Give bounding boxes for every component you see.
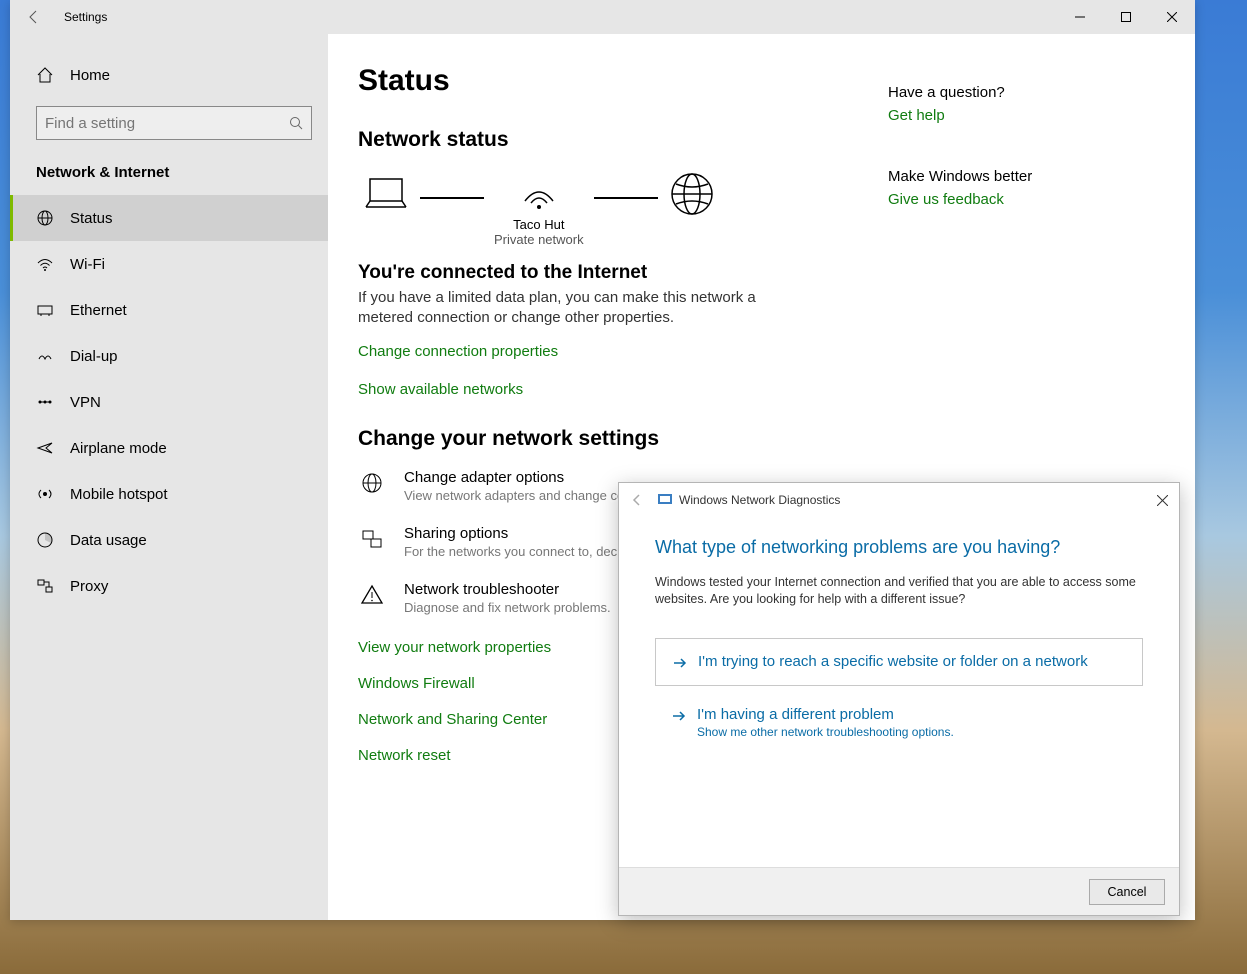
dialog-back-button[interactable] — [625, 488, 649, 512]
link-get-help[interactable]: Get help — [888, 107, 1128, 124]
connection-line-2 — [594, 197, 658, 199]
airplane-icon — [36, 439, 54, 457]
arrow-icon-2 — [671, 708, 687, 724]
section-change-settings: Change your network settings — [358, 427, 888, 451]
dialog-close-button[interactable] — [1151, 489, 1173, 511]
close-button[interactable] — [1149, 0, 1195, 34]
diagnostics-dialog: Windows Network Diagnostics What type of… — [618, 482, 1180, 916]
link-network-reset[interactable]: Network reset — [358, 747, 451, 764]
nav-hotspot-label: Mobile hotspot — [70, 486, 168, 503]
laptop-node — [362, 173, 410, 245]
search-icon — [289, 116, 303, 130]
page-title: Status — [358, 64, 888, 98]
network-type: Private network — [494, 232, 584, 247]
nav-datausage-label: Data usage — [70, 532, 147, 549]
link-view-network-properties[interactable]: View your network properties — [358, 639, 551, 656]
nav-wifi[interactable]: Wi-Fi — [10, 241, 328, 287]
dialog-title: Windows Network Diagnostics — [679, 493, 840, 507]
choice1-text: I'm trying to reach a specific website o… — [698, 653, 1088, 670]
globe-icon — [36, 209, 54, 227]
proxy-icon — [36, 577, 54, 595]
datausage-icon — [36, 531, 54, 549]
nav-vpn-label: VPN — [70, 394, 101, 411]
troubleshoot-icon — [358, 581, 386, 615]
category-header: Network & Internet — [10, 158, 328, 195]
nav-vpn[interactable]: VPN — [10, 379, 328, 425]
choice-specific-website[interactable]: I'm trying to reach a specific website o… — [655, 638, 1143, 686]
dialog-titlebar: Windows Network Diagnostics — [619, 483, 1179, 517]
globe-large-icon — [668, 170, 716, 218]
minimize-button[interactable] — [1057, 0, 1103, 34]
choice-different-problem[interactable]: I'm having a different problem Show me o… — [655, 698, 1143, 747]
nav-datausage[interactable]: Data usage — [10, 517, 328, 563]
nav-dialup[interactable]: Dial-up — [10, 333, 328, 379]
sharing-icon — [358, 525, 386, 559]
window-controls — [1057, 0, 1195, 34]
dialog-message: Windows tested your Internet connection … — [655, 574, 1143, 608]
nav-status[interactable]: Status — [10, 195, 328, 241]
titlebar: Settings — [10, 0, 1195, 34]
nav-airplane-label: Airplane mode — [70, 440, 167, 457]
laptop-icon — [362, 173, 410, 215]
hotspot-icon — [36, 485, 54, 503]
nav-hotspot[interactable]: Mobile hotspot — [10, 471, 328, 517]
search-box[interactable] — [36, 106, 312, 140]
connected-heading: You're connected to the Internet — [358, 262, 888, 284]
home-label: Home — [70, 67, 110, 84]
nav-wifi-label: Wi-Fi — [70, 256, 105, 273]
wifi-icon — [36, 255, 54, 273]
dialog-footer: Cancel — [619, 867, 1179, 915]
back-button[interactable] — [18, 1, 50, 33]
nav-ethernet[interactable]: Ethernet — [10, 287, 328, 333]
wifi-node: Taco Hut Private network — [494, 171, 584, 247]
link-change-connection-properties[interactable]: Change connection properties — [358, 343, 558, 360]
search-input[interactable] — [45, 115, 289, 132]
nav-airplane[interactable]: Airplane mode — [10, 425, 328, 471]
link-show-available-networks[interactable]: Show available networks — [358, 381, 523, 398]
dialog-heading: What type of networking problems are you… — [655, 537, 1143, 558]
wifi-signal-icon — [515, 171, 563, 213]
nav-ethernet-label: Ethernet — [70, 302, 127, 319]
connected-body: If you have a limited data plan, you can… — [358, 288, 778, 329]
link-windows-firewall[interactable]: Windows Firewall — [358, 675, 475, 692]
maximize-button[interactable] — [1103, 0, 1149, 34]
have-question-heading: Have a question? — [888, 84, 1128, 101]
nav-dialup-label: Dial-up — [70, 348, 118, 365]
link-network-sharing-center[interactable]: Network and Sharing Center — [358, 711, 547, 728]
cancel-button[interactable]: Cancel — [1089, 879, 1165, 905]
nav-proxy[interactable]: Proxy — [10, 563, 328, 609]
link-give-feedback[interactable]: Give us feedback — [888, 191, 1128, 208]
window-title: Settings — [64, 10, 107, 24]
make-better-heading: Make Windows better — [888, 168, 1128, 185]
choice2-subtext: Show me other network troubleshooting op… — [697, 725, 954, 739]
arrow-icon — [672, 655, 688, 671]
network-name: Taco Hut — [513, 217, 564, 232]
troubleshoot-desc: Diagnose and fix network problems. — [404, 600, 611, 615]
dialup-icon — [36, 347, 54, 365]
adapter-icon — [358, 469, 386, 503]
dialog-app-icon — [657, 492, 673, 508]
dialog-body: What type of networking problems are you… — [619, 517, 1179, 867]
vpn-icon — [36, 393, 54, 411]
sidebar: Home Network & Internet Status Wi-Fi — [10, 34, 328, 920]
ethernet-icon — [36, 301, 54, 319]
connection-line — [420, 197, 484, 199]
nav-proxy-label: Proxy — [70, 578, 108, 595]
choice2-text: I'm having a different problem — [697, 706, 954, 723]
network-diagram: Taco Hut Private network — [362, 170, 888, 248]
section-network-status: Network status — [358, 128, 888, 152]
troubleshoot-title: Network troubleshooter — [404, 581, 611, 598]
home-icon — [36, 66, 54, 84]
home-nav[interactable]: Home — [10, 54, 328, 96]
globe-node — [668, 170, 716, 248]
nav-status-label: Status — [70, 210, 113, 227]
